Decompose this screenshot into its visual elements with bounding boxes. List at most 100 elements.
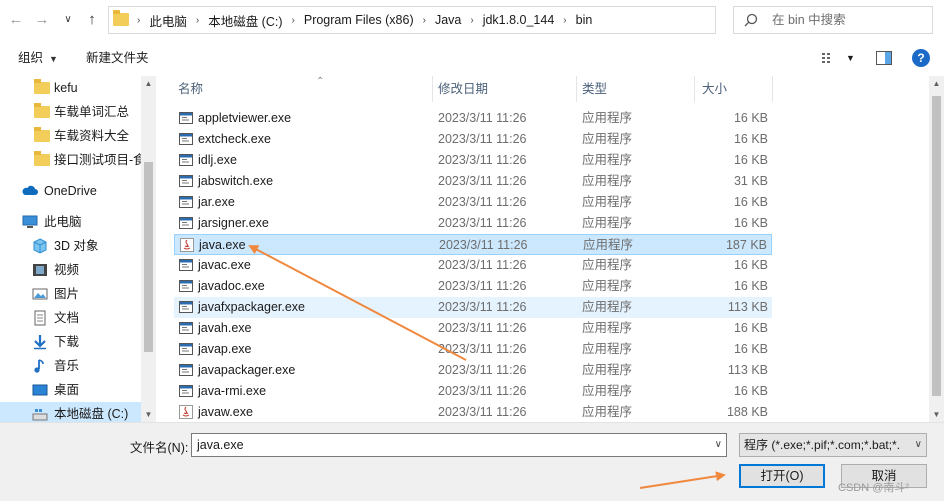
- table-row[interactable]: jarsigner.exe 2023/3/11 11:26 应用程序 16 KB: [174, 213, 772, 234]
- nav-item-label: 下载: [54, 335, 80, 349]
- table-row[interactable]: javafxpackager.exe 2023/3/11 11:26 应用程序 113…: [174, 297, 772, 318]
- nav-item-videos[interactable]: 视频: [0, 258, 142, 282]
- column-divider[interactable]: [694, 76, 695, 102]
- table-row[interactable]: extcheck.exe 2023/3/11 11:26 应用程序 16 KB: [174, 129, 772, 150]
- table-row[interactable]: javadoc.exe 2023/3/11 11:26 应用程序 16 KB: [174, 276, 772, 297]
- breadcrumb-java[interactable]: Java: [435, 13, 461, 27]
- forward-arrow-icon[interactable]: →: [32, 10, 52, 30]
- nav-scrollbar-thumb[interactable]: [144, 162, 153, 352]
- chevron-down-icon[interactable]: ∨: [715, 434, 722, 456]
- nav-item-pictures[interactable]: 图片: [0, 282, 142, 306]
- nav-item-desktop[interactable]: 桌面: [0, 378, 142, 402]
- breadcrumb-separator-icon[interactable]: ›: [563, 15, 566, 26]
- nav-item-local-disk[interactable]: 本地磁盘 (C:): [0, 402, 142, 422]
- breadcrumb-local-disk[interactable]: 本地磁盘 (C:): [208, 11, 282, 30]
- table-row[interactable]: idlj.exe 2023/3/11 11:26 应用程序 16 KB: [174, 150, 772, 171]
- nav-item-kefu[interactable]: kefu: [0, 76, 142, 100]
- exe-icon: [179, 154, 193, 166]
- address-bar[interactable]: › 此电脑 › 本地磁盘 (C:) › Program Files (x86) …: [108, 6, 818, 34]
- file-type: 应用程序: [582, 405, 633, 419]
- dialog-footer: 文件名(N): java.exe ∨ 程序 (*.exe;*.pif;*.com…: [0, 422, 944, 501]
- back-arrow-icon[interactable]: ←: [6, 10, 26, 30]
- file-type: 应用程序: [582, 132, 633, 146]
- scroll-up-arrow-icon[interactable]: ▲: [141, 76, 156, 91]
- java-icon: [179, 405, 193, 419]
- file-type-select[interactable]: 程序 (*.exe;*.pif;*.com;*.bat;*. ∨: [739, 433, 927, 457]
- folder-icon: [34, 151, 50, 166]
- breadcrumb-separator-icon[interactable]: ›: [292, 15, 295, 26]
- exe-icon: [179, 259, 193, 271]
- column-header-date[interactable]: 修改日期: [438, 76, 488, 102]
- breadcrumb-separator-icon[interactable]: ›: [196, 15, 199, 26]
- nav-item-music[interactable]: 音乐: [0, 354, 142, 378]
- nav-item-this-pc[interactable]: 此电脑: [0, 210, 142, 234]
- nav-item-label: 文档: [54, 311, 80, 325]
- chevron-down-icon[interactable]: ∨: [915, 434, 922, 456]
- music-icon: [34, 359, 44, 373]
- search-input[interactable]: 在 bin 中搜索: [733, 6, 933, 34]
- nav-item-vehicle-words[interactable]: 车载单词汇总: [0, 100, 142, 124]
- nav-item-downloads[interactable]: 下载: [0, 330, 142, 354]
- breadcrumb-program-files[interactable]: Program Files (x86): [304, 13, 414, 27]
- filename-label: 文件名(N):: [130, 441, 189, 455]
- file-date: 2023/3/11 11:26: [438, 279, 527, 293]
- nav-item-onedrive[interactable]: OneDrive: [0, 179, 142, 203]
- table-row[interactable]: jar.exe 2023/3/11 11:26 应用程序 16 KB: [174, 192, 772, 213]
- scroll-up-arrow-icon[interactable]: ▲: [929, 76, 944, 91]
- new-folder-button[interactable]: 新建文件夹: [86, 40, 149, 76]
- column-divider[interactable]: [772, 76, 773, 102]
- table-row[interactable]: jabswitch.exe 2023/3/11 11:26 应用程序 31 KB: [174, 171, 772, 192]
- up-arrow-icon[interactable]: ↑: [82, 10, 102, 30]
- file-list-scrollbar[interactable]: ▲ ▼: [929, 76, 944, 422]
- table-row[interactable]: javap.exe 2023/3/11 11:26 应用程序 16 KB: [174, 339, 772, 360]
- table-row[interactable]: javapackager.exe 2023/3/11 11:26 应用程序 113 K…: [174, 360, 772, 381]
- table-row[interactable]: javac.exe 2023/3/11 11:26 应用程序 16 KB: [174, 255, 772, 276]
- table-row[interactable]: javaw.exe 2023/3/11 11:26 应用程序 188 KB: [174, 402, 772, 422]
- search-icon: [744, 13, 758, 27]
- nav-item-documents[interactable]: 文档: [0, 306, 142, 330]
- breadcrumb-jdk[interactable]: jdk1.8.0_144: [483, 13, 555, 27]
- scroll-down-arrow-icon[interactable]: ▼: [929, 407, 944, 422]
- column-header-type[interactable]: 类型: [582, 76, 607, 102]
- filename-input[interactable]: java.exe ∨: [191, 433, 727, 457]
- table-row[interactable]: java-rmi.exe 2023/3/11 11:26 应用程序 16 KB: [174, 381, 772, 402]
- exe-icon: [179, 196, 193, 208]
- file-name: java.exe: [199, 238, 246, 252]
- column-divider[interactable]: [576, 76, 577, 102]
- change-view-icon[interactable]: [822, 51, 838, 65]
- toolbar: 组织 ▼ 新建文件夹 ▼ ?: [0, 40, 944, 76]
- breadcrumb-separator-icon[interactable]: ›: [423, 15, 426, 26]
- file-type: 应用程序: [582, 195, 633, 209]
- file-date: 2023/3/11 11:26: [438, 132, 527, 146]
- view-options-caret-icon[interactable]: ▼: [846, 40, 855, 76]
- breadcrumb-this-pc[interactable]: 此电脑: [149, 11, 187, 30]
- recent-locations-chevron-icon[interactable]: ∨: [58, 10, 78, 30]
- nav-item-api-test-project[interactable]: 接口测试项目-食: [0, 148, 142, 172]
- nav-scrollbar[interactable]: ▲ ▼: [141, 76, 156, 422]
- breadcrumb-bin[interactable]: bin: [576, 13, 593, 27]
- file-name: jabswitch.exe: [198, 174, 274, 188]
- sort-ascending-icon: ⌃: [316, 76, 325, 87]
- file-size: 16 KB: [733, 258, 768, 272]
- preview-pane-icon[interactable]: [876, 51, 892, 65]
- table-row[interactable]: javah.exe 2023/3/11 11:26 应用程序 16 KB: [174, 318, 772, 339]
- address-row: ← → ∨ ↑ › 此电脑 › 本地磁盘 (C:) › Program File…: [0, 0, 944, 40]
- file-name: idlj.exe: [198, 153, 237, 167]
- folder-icon: [34, 127, 50, 142]
- table-row[interactable]: appletviewer.exe 2023/3/11 11:26 应用程序 16 KB: [174, 108, 772, 129]
- file-list-scrollbar-thumb[interactable]: [932, 96, 941, 396]
- column-divider[interactable]: [432, 76, 433, 102]
- breadcrumb-separator-icon[interactable]: ›: [470, 15, 473, 26]
- exe-icon: [179, 343, 193, 355]
- column-header-name[interactable]: ⌃ 名称: [178, 76, 324, 102]
- organize-button[interactable]: 组织 ▼: [18, 40, 58, 77]
- nav-item-3d-objects[interactable]: 3D 对象: [0, 234, 142, 258]
- open-button[interactable]: 打开(O): [739, 464, 825, 488]
- help-icon[interactable]: ?: [912, 49, 930, 67]
- file-date: 2023/3/11 11:26: [439, 238, 528, 252]
- scroll-down-arrow-icon[interactable]: ▼: [141, 407, 156, 422]
- file-name: javaw.exe: [198, 405, 253, 419]
- table-row[interactable]: java.exe 2023/3/11 11:26 应用程序 187 KB: [174, 234, 772, 255]
- nav-item-vehicle-materials[interactable]: 车载资料大全: [0, 124, 142, 148]
- column-header-size[interactable]: 大小: [702, 76, 727, 102]
